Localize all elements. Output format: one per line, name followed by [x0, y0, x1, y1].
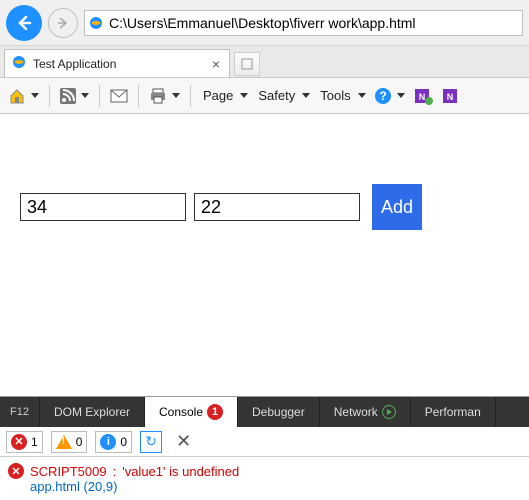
svg-text:?: ? [379, 89, 386, 103]
menu-safety[interactable]: Safety [256, 78, 310, 113]
info-icon: i [100, 434, 116, 450]
warning-icon [56, 435, 72, 449]
svg-text:N: N [446, 92, 453, 102]
help-icon: ? [374, 87, 392, 105]
page-content: Add [0, 114, 529, 300]
onenote-linked-icon: N [413, 87, 433, 105]
info-filter[interactable]: i 0 [95, 431, 132, 453]
console-toolbar: ✕ 1 0 i 0 ↻ ✕ [0, 427, 529, 457]
console-error-line[interactable]: ✕ SCRIPT5009: 'value1' is undefined [8, 463, 521, 479]
home-button[interactable] [8, 78, 39, 113]
new-tab-button[interactable] [234, 52, 260, 76]
mail-icon [110, 89, 128, 103]
input-value1[interactable] [20, 193, 186, 221]
back-arrow-icon [14, 13, 34, 33]
tab-bar: Test Application × [0, 46, 529, 78]
tab-dom-explorer[interactable]: DOM Explorer [40, 397, 145, 427]
feeds-button[interactable] [60, 78, 89, 113]
error-icon: ✕ [11, 434, 27, 450]
error-icon: ✕ [8, 463, 24, 479]
onenote-button[interactable]: N [441, 78, 459, 113]
safety-dropdown-icon [302, 93, 310, 98]
help-button[interactable]: ? [374, 78, 405, 113]
tab-active[interactable]: Test Application × [4, 49, 230, 77]
forward-button[interactable] [48, 8, 78, 38]
ie-page-icon [85, 15, 107, 31]
onenote-icon: N [441, 87, 459, 105]
close-icon: ✕ [176, 431, 191, 451]
home-icon [8, 87, 26, 105]
rss-icon [60, 88, 76, 104]
warning-filter[interactable]: 0 [51, 431, 88, 453]
command-toolbar: Page Safety Tools ? N N [0, 78, 529, 114]
back-button[interactable] [6, 5, 42, 41]
devtools-panel: F12 DOM Explorer Console 1 Debugger Netw… [0, 396, 529, 500]
forward-arrow-icon [55, 15, 71, 31]
url-text: C:\Users\Emmanuel\Desktop\fiverr work\ap… [107, 15, 522, 31]
add-button[interactable]: Add [372, 184, 422, 230]
f12-label: F12 [0, 397, 40, 427]
onenote-linked-button[interactable]: N [413, 78, 433, 113]
tab-debugger[interactable]: Debugger [238, 397, 320, 427]
feeds-dropdown-icon [81, 93, 89, 98]
home-dropdown-icon [31, 93, 39, 98]
help-dropdown-icon [397, 93, 405, 98]
print-icon [149, 88, 167, 104]
tab-console[interactable]: Console 1 [145, 397, 238, 427]
mail-button[interactable] [110, 78, 128, 113]
network-record-icon [382, 405, 396, 419]
input-value2[interactable] [194, 193, 360, 221]
tools-dropdown-icon [358, 93, 366, 98]
console-error-location[interactable]: app.html (20,9) [8, 479, 521, 494]
navigation-bar: C:\Users\Emmanuel\Desktop\fiverr work\ap… [0, 0, 529, 46]
console-output: ✕ SCRIPT5009: 'value1' is undefined app.… [0, 457, 529, 500]
refresh-icon: ↻ [145, 433, 157, 450]
svg-text:N: N [418, 92, 425, 102]
page-dropdown-icon [240, 93, 248, 98]
new-tab-icon [240, 57, 254, 71]
print-button[interactable] [149, 78, 180, 113]
tab-performance[interactable]: Performan [411, 397, 496, 427]
console-error-badge: 1 [207, 404, 223, 420]
tab-network[interactable]: Network [320, 397, 411, 427]
tab-title: Test Application [33, 57, 203, 71]
clear-on-navigate-button[interactable]: ↻ [140, 431, 162, 453]
devtools-tabs: F12 DOM Explorer Console 1 Debugger Netw… [0, 397, 529, 427]
address-bar[interactable]: C:\Users\Emmanuel\Desktop\fiverr work\ap… [84, 10, 523, 36]
ie-favicon-icon [11, 54, 27, 73]
clear-console-button[interactable]: ✕ [170, 431, 197, 452]
print-dropdown-icon [172, 93, 180, 98]
menu-tools[interactable]: Tools [318, 78, 365, 113]
menu-page[interactable]: Page [201, 78, 248, 113]
error-filter[interactable]: ✕ 1 [6, 431, 43, 453]
tab-close-button[interactable]: × [209, 57, 223, 71]
